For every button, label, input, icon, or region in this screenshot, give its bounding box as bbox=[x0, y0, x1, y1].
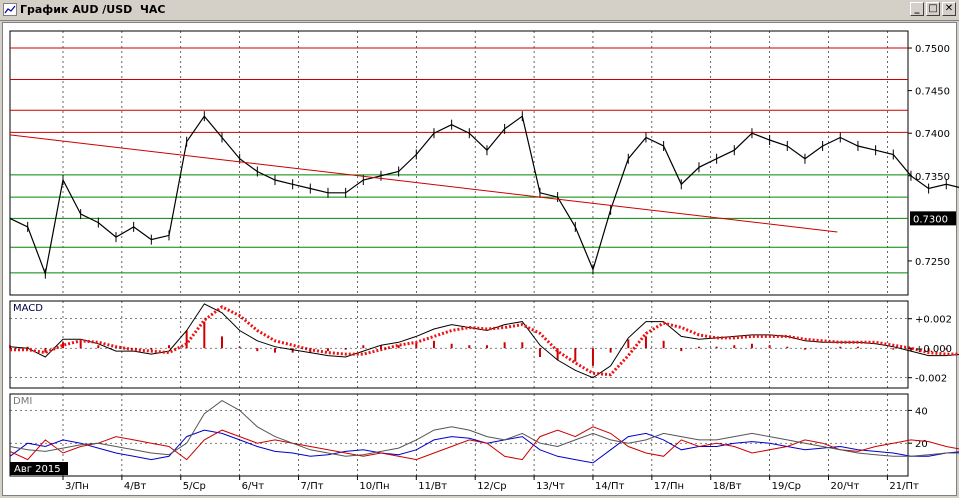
x-tick-label: 10/Пн bbox=[359, 481, 389, 492]
x-tick-label: 19/Ср bbox=[772, 481, 801, 492]
date-label: Авг 2015 bbox=[14, 464, 61, 475]
macd-panel-frame bbox=[9, 300, 909, 389]
x-tick-label: 18/Вт bbox=[713, 481, 742, 492]
price-panel-frame bbox=[9, 30, 909, 296]
dmi-title: DMI bbox=[13, 396, 32, 407]
x-tick-label: 13/Чт bbox=[536, 481, 565, 492]
price-y-tick-label: 0.7500 bbox=[915, 44, 950, 55]
x-tick-label: 21/Пт bbox=[889, 481, 919, 492]
chart-canvas[interactable]: 3/Пн 4/Вт 5/Ср 6/Чт 7/Пт 10/Пн 11/Вт 12/Ср 13/Чт… bbox=[0, 0, 959, 498]
x-tick-label: 3/Пн bbox=[65, 481, 89, 492]
current-price-label: 0.7300 bbox=[913, 214, 948, 225]
price-y-tick-label: 0.7350 bbox=[915, 172, 950, 183]
macd-y-tick-label: +0.002 bbox=[915, 315, 952, 326]
macd-title: MACD bbox=[13, 303, 43, 314]
x-tick-label: 4/Вт bbox=[124, 481, 147, 492]
dmi-y-tick-label: 40 bbox=[915, 406, 928, 417]
price-y-tick-label: 0.7450 bbox=[915, 87, 950, 98]
price-y-tick-label: 0.7400 bbox=[915, 129, 950, 140]
macd-y-tick-label: -0.002 bbox=[915, 374, 947, 385]
dmi-panel-frame bbox=[9, 393, 909, 477]
price-y-tick-label: 0.7250 bbox=[915, 257, 950, 268]
x-tick-label: 7/Пт bbox=[301, 481, 324, 492]
macd-y-tick-label: +0.000 bbox=[915, 344, 952, 355]
x-tick-label: 5/Ср bbox=[183, 481, 206, 492]
x-tick-label: 20/Чт bbox=[831, 481, 860, 492]
x-tick-label: 17/Пн bbox=[654, 481, 684, 492]
x-tick-label: 14/Пт bbox=[595, 481, 625, 492]
x-tick-label: 11/Вт bbox=[418, 481, 447, 492]
x-tick-label: 12/Ср bbox=[477, 481, 506, 492]
x-tick-label: 6/Чт bbox=[242, 481, 265, 492]
